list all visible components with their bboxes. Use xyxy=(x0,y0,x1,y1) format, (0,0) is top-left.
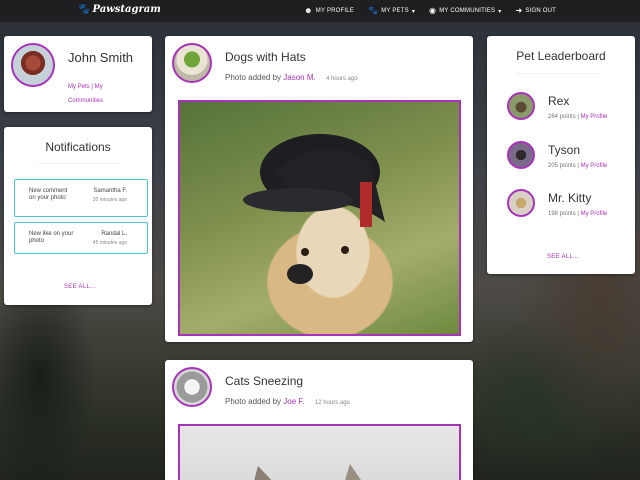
cat-illustration xyxy=(254,464,361,480)
pet-points-value: 264 points xyxy=(548,114,576,120)
user-avatar[interactable] xyxy=(11,43,55,87)
notification-message: New comment on your photo xyxy=(29,188,68,201)
post-card: Cats Sneezing Photo added by Joe F. 12 h… xyxy=(165,360,473,480)
pet-points: 264 points | My Profile xyxy=(548,114,607,120)
notification-from: Randal L. xyxy=(101,231,127,237)
globe-icon: ◉ xyxy=(429,6,437,15)
pet-points: 205 points | My Profile xyxy=(548,163,607,169)
caret-down-icon: ▾ xyxy=(411,8,416,15)
paw-icon: 🐾 xyxy=(77,4,90,15)
my-pets-link[interactable]: My Pets xyxy=(68,84,90,90)
leaderboard-item: Mr. Kitty 198 points | My Profile xyxy=(507,189,627,223)
nav-my-communities-label: MY COMMUNITIES xyxy=(439,8,496,14)
notifications-card: Notifications New comment on your photo … xyxy=(4,127,152,305)
profile-name: John Smith xyxy=(68,50,134,65)
notifications-title: Notifications xyxy=(45,140,111,154)
leaderboard-item: Rex 264 points | My Profile xyxy=(507,92,627,126)
pet-name: Tyson xyxy=(548,143,581,157)
leaderboard-card: Pet Leaderboard Rex 264 points | My Prof… xyxy=(487,36,635,274)
caret-down-icon: ▾ xyxy=(498,8,502,15)
pet-avatar[interactable] xyxy=(507,92,535,120)
pet-points-value: 205 points xyxy=(548,163,576,169)
post-meta: Photo added by Jason M. 4 hours ago xyxy=(225,73,358,82)
nav-menu: ☻ MY PROFILE 🐾 MY PETS ▾ ◉ MY COMMUNITIE… xyxy=(304,0,556,22)
profile-card: John Smith My Pets | My Communities xyxy=(4,36,152,112)
leaderboard-see-all[interactable]: SEE ALL... xyxy=(547,254,579,260)
nav-my-communities[interactable]: ◉ MY COMMUNITIES ▾ xyxy=(429,7,501,15)
leaderboard-title: Pet Leaderboard xyxy=(516,49,606,63)
link-separator: | xyxy=(577,211,579,217)
divider xyxy=(517,73,601,74)
post-photo[interactable] xyxy=(178,100,461,336)
link-separator: | xyxy=(577,114,579,120)
notification-time: 45 minutes ago xyxy=(92,240,127,246)
link-separator: | xyxy=(91,84,93,90)
link-separator: | xyxy=(577,163,579,169)
post-photo[interactable] xyxy=(178,424,461,480)
post-author-link[interactable]: Jason M. xyxy=(283,73,315,82)
post-title: Dogs with Hats xyxy=(225,50,306,64)
notification-item[interactable]: New comment on your photo Samantha F. 30… xyxy=(14,179,148,217)
nav-my-profile[interactable]: ☻ MY PROFILE xyxy=(304,7,354,15)
post-meta: Photo added by Joe F. 12 hours ago xyxy=(225,397,350,406)
post-author-avatar[interactable] xyxy=(172,367,212,407)
post-title: Cats Sneezing xyxy=(225,374,304,388)
post-meta-prefix: Photo added by xyxy=(225,397,282,406)
pet-profile-link[interactable]: My Profile xyxy=(581,211,608,217)
post-author-avatar[interactable] xyxy=(172,43,212,83)
paw-icon: 🐾 xyxy=(368,6,379,15)
post-author-link[interactable]: Joe F. xyxy=(283,397,304,406)
notification-from: Samantha F. xyxy=(93,188,127,194)
nav-sign-out[interactable]: ➜ SIGN OUT xyxy=(515,7,556,15)
pet-name: Rex xyxy=(548,94,570,108)
leaderboard-item: Tyson 205 points | My Profile xyxy=(507,141,627,175)
pet-avatar[interactable] xyxy=(507,189,535,217)
nav-sign-out-label: SIGN OUT xyxy=(525,8,556,14)
pet-points: 198 points | My Profile xyxy=(548,211,607,217)
notifications-see-all[interactable]: SEE ALL... xyxy=(64,284,96,290)
post-card: Dogs with Hats Photo added by Jason M. 4… xyxy=(165,36,473,342)
notification-time: 30 minutes ago xyxy=(92,197,127,203)
top-navbar: 🐾 Pawstagram ☻ MY PROFILE 🐾 MY PETS ▾ ◉ … xyxy=(0,0,640,22)
notification-item[interactable]: New like on your photo Randal L. 45 minu… xyxy=(14,222,148,254)
pet-avatar[interactable] xyxy=(507,141,535,169)
nav-my-pets-label: MY PETS xyxy=(381,8,409,14)
pet-name: Mr. Kitty xyxy=(548,191,592,205)
sign-out-icon: ➜ xyxy=(515,6,523,15)
post-meta-prefix: Photo added by xyxy=(225,73,282,82)
divider xyxy=(38,163,118,164)
pet-profile-link[interactable]: My Profile xyxy=(581,114,608,120)
notification-message: New like on your photo xyxy=(29,231,74,244)
pet-points-value: 198 points xyxy=(548,211,576,217)
nav-my-profile-label: MY PROFILE xyxy=(315,8,355,14)
brand-name: Pawstagram xyxy=(92,4,161,15)
dog-in-hat-illustration xyxy=(243,134,385,284)
brand-logo[interactable]: 🐾 Pawstagram xyxy=(77,4,161,15)
user-circle-icon: ☻ xyxy=(304,6,313,15)
post-time: 4 hours ago xyxy=(325,76,358,82)
profile-links: My Pets | My Communities xyxy=(68,80,138,108)
pet-profile-link[interactable]: My Profile xyxy=(581,163,608,169)
post-time: 12 hours ago xyxy=(314,400,350,406)
nav-my-pets[interactable]: 🐾 MY PETS ▾ xyxy=(368,7,415,15)
